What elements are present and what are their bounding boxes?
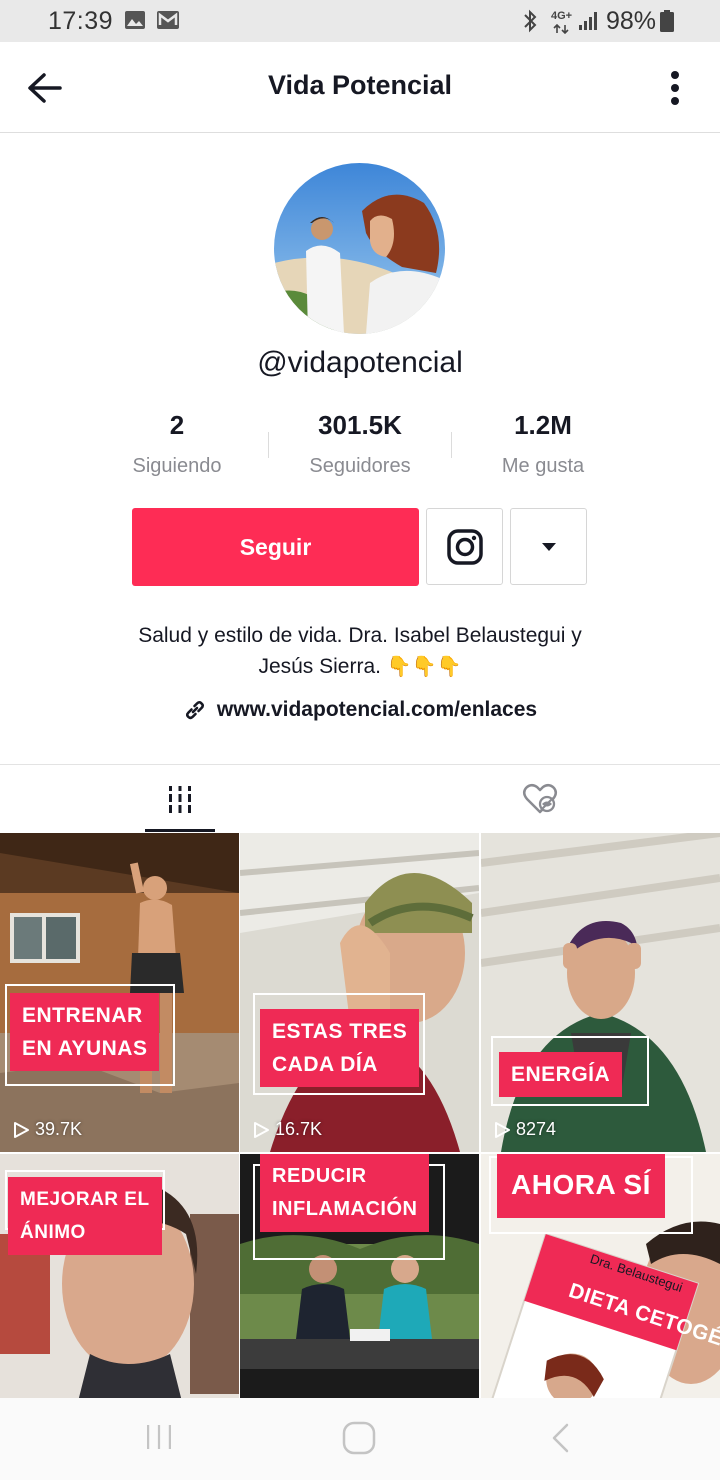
mail-notification-icon [157, 11, 179, 29]
videos-grid-icon [169, 786, 191, 813]
play-icon [14, 1121, 29, 1138]
more-options-button[interactable] [660, 66, 690, 112]
video-thumbnail[interactable]: ESTAS TRES CADA DÍA 16.7K [240, 833, 479, 1152]
follow-button[interactable]: Seguir [132, 508, 419, 586]
signal-icon [579, 12, 597, 30]
video-caption: AHORA SÍ [497, 1154, 665, 1218]
caret-down-icon [541, 542, 556, 551]
recent-apps-icon[interactable] [144, 1422, 174, 1452]
stat-followers[interactable]: 301.5K Seguidores [269, 410, 451, 478]
video-thumbnail[interactable]: ENTRENAR EN AYUNAS 39.7K [0, 833, 239, 1152]
play-icon [254, 1121, 269, 1138]
more-vertical-icon [671, 71, 679, 105]
avatar-photo [274, 163, 445, 334]
caption-line: INFLAMACIÓN [272, 1198, 418, 1220]
profile-handle: @vidapotencial [257, 346, 463, 379]
video-caption: ENERGÍA [499, 1052, 623, 1097]
stat-value: 1.2M [514, 410, 572, 440]
battery-icon [660, 10, 674, 32]
caption-line: EN AYUNAS [22, 1037, 148, 1060]
status-bar: 17:39 4G+ 98% [0, 0, 720, 42]
page-title: Vida Potencial [267, 70, 453, 100]
caption-line: ENERGÍA [511, 1063, 611, 1086]
bio-text: Jesús Sierra. [258, 655, 381, 678]
view-count-text: 8274 [516, 1119, 557, 1139]
stat-label: Siguiendo [132, 455, 222, 477]
bluetooth-icon [524, 9, 537, 33]
suggested-accounts-button[interactable] [510, 508, 587, 585]
caption-line: ESTAS TRES [272, 1020, 408, 1043]
stat-label: Me gusta [501, 455, 585, 477]
video-thumbnail[interactable]: REDUCIR INFLAMACIÓN [240, 1154, 479, 1398]
view-count: 16.7K [252, 1119, 322, 1140]
video-caption: ENTRENAR EN AYUNAS [10, 993, 160, 1071]
profile-bio: Salud y estilo de vida. Dra. Isabel Bela… [60, 620, 660, 683]
video-thumbnail[interactable]: DIETA CETOGÉNICA Dra. Belaustegui AHORA … [481, 1154, 720, 1398]
nav-back-icon[interactable] [549, 1422, 571, 1454]
video-thumbnail[interactable]: MEJORAR EL ÁNIMO [0, 1154, 239, 1398]
caption-line: AHORA SÍ [511, 1169, 651, 1200]
stat-likes[interactable]: 1.2M Me gusta [452, 410, 634, 478]
battery-percentage: 98% [606, 7, 657, 35]
avatar[interactable] [274, 163, 445, 334]
stat-label: Seguidores [309, 455, 411, 477]
bio-line: Salud y estilo de vida. Dra. Isabel Bela… [138, 624, 582, 647]
active-tab-indicator [145, 829, 215, 832]
stat-value: 301.5K [318, 410, 402, 440]
tab-videos[interactable] [0, 765, 360, 833]
link-icon [185, 700, 204, 720]
bio-line-2: Jesús Sierra. 👇👇👇 [60, 651, 660, 683]
instagram-icon [446, 528, 483, 565]
data-arrows-icon [553, 24, 569, 34]
play-icon [495, 1121, 510, 1138]
status-time: 17:39 [48, 7, 114, 35]
system-nav-bar [0, 1398, 720, 1480]
top-bar: Vida Potencial [0, 42, 720, 133]
home-icon[interactable] [341, 1420, 377, 1456]
video-thumbnail[interactable]: ENERGÍA 8274 [481, 833, 720, 1152]
stat-following[interactable]: 2 Siguiendo [86, 410, 268, 478]
video-caption: MEJORAR EL ÁNIMO [8, 1177, 162, 1255]
video-caption: ESTAS TRES CADA DÍA [260, 1009, 420, 1087]
stat-value: 2 [169, 410, 185, 440]
view-count-text: 16.7K [275, 1119, 323, 1139]
caption-line: ENTRENAR [22, 1004, 143, 1027]
video-grid: ENTRENAR EN AYUNAS 39.7K ESTAS TRES CADA… [0, 833, 720, 1398]
instagram-button[interactable] [426, 508, 503, 585]
view-count: 8274 [493, 1119, 556, 1140]
profile-stats: 2 Siguiendo 301.5K Seguidores 1.2M Me gu… [86, 410, 634, 480]
caption-line: ÁNIMO [20, 1222, 86, 1243]
tab-liked[interactable] [360, 765, 720, 833]
profile-link[interactable]: www.vidapotencial.com/enlaces [0, 698, 720, 722]
view-count-text: 39.7K [35, 1119, 83, 1139]
video-caption: REDUCIR INFLAMACIÓN [260, 1154, 430, 1232]
profile-tabs [0, 764, 720, 832]
pointing-down-emoji: 👇👇👇 [386, 656, 462, 678]
network-type: 4G+ [551, 10, 573, 22]
caption-line: MEJORAR EL [20, 1189, 150, 1210]
caption-line: REDUCIR [272, 1165, 367, 1187]
link-text: www.vidapotencial.com/enlaces [216, 698, 538, 721]
gallery-notification-icon [125, 11, 145, 29]
caption-line: CADA DÍA [272, 1053, 378, 1076]
view-count: 39.7K [12, 1119, 82, 1140]
liked-hidden-icon [523, 784, 557, 814]
